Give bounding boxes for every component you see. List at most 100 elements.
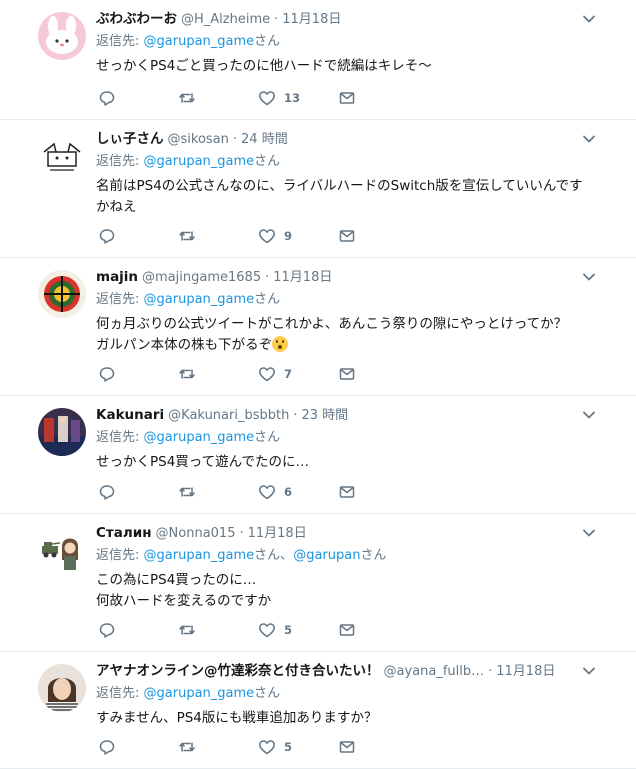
envelope-icon xyxy=(339,230,355,242)
tweet[interactable]: Сталин @Nonna015 · 11月18日 返信先: @garupan_… xyxy=(0,514,636,652)
like-count: 7 xyxy=(284,367,293,381)
chevron-down-icon[interactable] xyxy=(582,270,596,284)
like-button[interactable]: 13 xyxy=(258,89,338,107)
reply-button[interactable] xyxy=(98,621,178,639)
reply-prefix: 返信先: xyxy=(96,34,140,49)
separator-dot: · xyxy=(239,526,244,541)
reply-suffix: さん、 xyxy=(254,548,294,563)
user-handle[interactable]: @Nonna015 xyxy=(156,525,236,543)
tweet-text: せっかくPS4買って遊んでたのに… xyxy=(96,452,616,473)
display-name[interactable]: majin xyxy=(96,268,138,286)
tweet[interactable]: アヤナオンライン@竹達彩奈と付き合いたい！ @ayana_fullb… · 11… xyxy=(0,652,636,769)
reply-mention-link[interactable]: @garupan_game xyxy=(144,154,255,169)
envelope-icon xyxy=(339,486,355,498)
reply-icon xyxy=(99,229,115,244)
retweet-icon xyxy=(179,231,195,241)
reply-context: 返信先: @garupan_gameさん xyxy=(96,33,620,51)
timestamp[interactable]: 11月18日 xyxy=(248,525,307,543)
retweet-button[interactable] xyxy=(178,89,258,107)
tweet-actions: 7 xyxy=(98,365,418,383)
chevron-down-icon[interactable] xyxy=(582,408,596,422)
like-button[interactable]: 7 xyxy=(258,365,338,383)
display-name[interactable]: アヤナオンライン@竹達彩奈と付き合いたい！ xyxy=(96,662,380,680)
like-count: 13 xyxy=(284,91,301,105)
display-name[interactable]: しぃ子さん xyxy=(96,130,164,148)
chevron-down-icon[interactable] xyxy=(582,526,596,540)
dm-button[interactable] xyxy=(338,227,418,245)
timestamp[interactable]: 11月18日 xyxy=(496,663,555,681)
user-handle[interactable]: @ayana_fullb… xyxy=(384,663,485,681)
reply-prefix: 返信先: xyxy=(96,686,140,701)
chevron-down-icon[interactable] xyxy=(582,12,596,26)
reply-mention-link[interactable]: @garupan_game xyxy=(144,686,255,701)
timestamp[interactable]: 23 時間 xyxy=(301,407,348,425)
avatar[interactable] xyxy=(38,408,86,456)
avatar[interactable] xyxy=(38,664,86,712)
like-button[interactable]: 5 xyxy=(258,738,338,756)
astonished-face-icon xyxy=(272,336,289,352)
display-name[interactable]: Kakunari xyxy=(96,406,164,424)
reply-suffix: さん xyxy=(254,686,281,701)
tweet-actions: 13 xyxy=(98,89,418,107)
timestamp[interactable]: 11月18日 xyxy=(282,11,341,29)
tweet-actions: 6 xyxy=(98,483,418,501)
display-name[interactable]: Сталин xyxy=(96,524,152,542)
reply-icon xyxy=(99,485,115,500)
retweet-button[interactable] xyxy=(178,365,258,383)
tweet-text-line: 何故ハードを変えるのですか xyxy=(96,593,272,609)
user-handle[interactable]: @majingame1685 xyxy=(142,269,261,287)
dm-button[interactable] xyxy=(338,365,418,383)
retweet-button[interactable] xyxy=(178,483,258,501)
like-button[interactable]: 5 xyxy=(258,621,338,639)
reply-mention-link[interactable]: @garupan_game xyxy=(144,34,255,49)
reply-prefix: 返信先: xyxy=(96,292,140,307)
tweet-text-line: せっかくPS4ごと買ったのに他ハードで続編はキレそ〜 xyxy=(96,58,432,74)
user-handle[interactable]: @H_Alzheime xyxy=(181,11,270,29)
reply-mention-link[interactable]: @garupan_game xyxy=(144,548,255,563)
tweet-text-line: ガルパン本体の株も下がるぞ xyxy=(96,337,273,353)
dm-button[interactable] xyxy=(338,89,418,107)
tweet[interactable]: ぶわぶわーお @H_Alzheime · 11月18日 返信先: @garupa… xyxy=(0,0,636,120)
reply-button[interactable] xyxy=(98,738,178,756)
tweet-actions: 9 xyxy=(98,227,418,245)
reply-context: 返信先: @garupan_gameさん xyxy=(96,429,620,447)
reply-mention-link[interactable]: @garupan_game xyxy=(144,292,255,307)
reply-suffix: さん xyxy=(360,548,387,563)
chevron-down-icon[interactable] xyxy=(582,664,596,678)
tweet-text: 名前はPS4の公式さんなのに、ライバルハードのSwitch版を宣伝していいんです… xyxy=(96,176,616,218)
tweet[interactable]: majin @majingame1685 · 11月18日 返信先: @garu… xyxy=(0,258,636,396)
tweet-text: この為にPS4買ったのに… 何故ハードを変えるのですか xyxy=(96,570,616,612)
reply-context: 返信先: @garupan_gameさん xyxy=(96,153,620,171)
chevron-down-icon[interactable] xyxy=(582,132,596,146)
avatar[interactable] xyxy=(38,12,86,60)
avatar[interactable] xyxy=(38,526,86,574)
dm-button[interactable] xyxy=(338,621,418,639)
separator-dot: · xyxy=(293,408,298,423)
tweet[interactable]: Kakunari @Kakunari_bsbbth · 23 時間 返信先: @… xyxy=(0,396,636,514)
avatar[interactable] xyxy=(38,132,86,180)
reply-mention-link[interactable]: @garupan_game xyxy=(144,430,255,445)
user-handle[interactable]: @Kakunari_bsbbth xyxy=(168,407,289,425)
tweet-text: せっかくPS4ごと買ったのに他ハードで続編はキレそ〜 xyxy=(96,56,616,77)
reply-button[interactable] xyxy=(98,89,178,107)
avatar[interactable] xyxy=(38,270,86,318)
tweet[interactable]: しぃ子さん @sikosan · 24 時間 返信先: @garupan_gam… xyxy=(0,120,636,258)
like-button[interactable]: 6 xyxy=(258,483,338,501)
dm-button[interactable] xyxy=(338,738,418,756)
dm-button[interactable] xyxy=(338,483,418,501)
reply-button[interactable] xyxy=(98,365,178,383)
display-name[interactable]: ぶわぶわーお xyxy=(96,10,177,28)
user-handle[interactable]: @sikosan xyxy=(168,131,229,149)
like-button[interactable]: 9 xyxy=(258,227,338,245)
tweet-text: すみません、PS4版にも戦車追加ありますか？ xyxy=(96,708,616,729)
reply-mention-link[interactable]: @garupan xyxy=(293,548,360,563)
retweet-button[interactable] xyxy=(178,227,258,245)
timestamp[interactable]: 11月18日 xyxy=(273,269,332,287)
reply-button[interactable] xyxy=(98,483,178,501)
retweet-button[interactable] xyxy=(178,621,258,639)
timestamp[interactable]: 24 時間 xyxy=(241,131,288,149)
reply-button[interactable] xyxy=(98,227,178,245)
separator-dot: · xyxy=(488,664,493,679)
separator-dot: · xyxy=(274,12,279,27)
retweet-button[interactable] xyxy=(178,738,258,756)
